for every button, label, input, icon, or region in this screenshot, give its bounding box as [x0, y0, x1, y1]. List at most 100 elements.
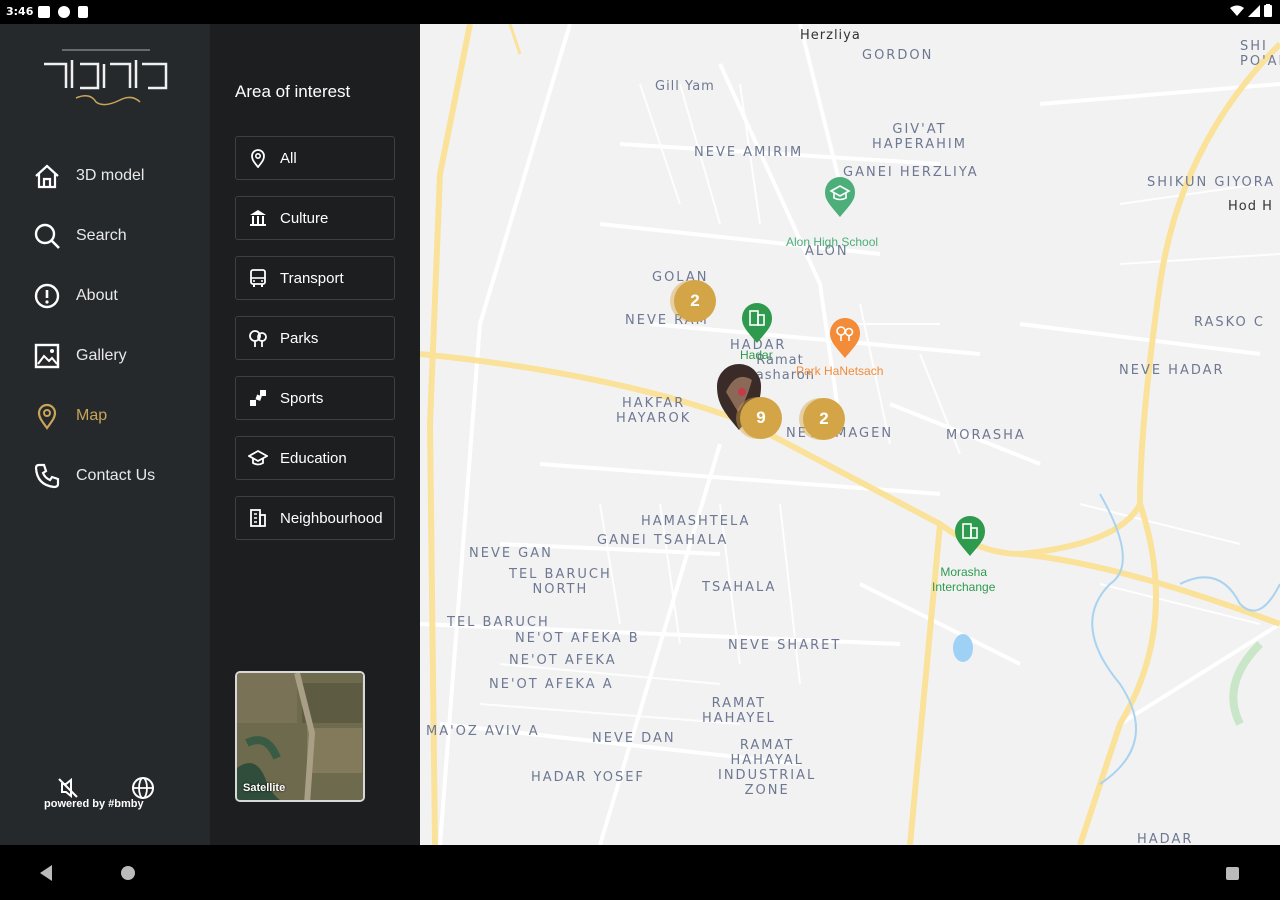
area-label: Herzliya [800, 28, 861, 43]
menu-label: Gallery [76, 347, 127, 364]
menu-item-about[interactable]: About [32, 279, 202, 313]
phone-icon [32, 461, 62, 491]
area-label: NE'OT AFEKA A [489, 677, 614, 692]
menu-item-gallery[interactable]: Gallery [32, 339, 202, 373]
filter-label: Neighbourhood [280, 509, 383, 527]
menu-item-contact-us[interactable]: Contact Us [32, 459, 202, 493]
area-label: SHIKUN GIYORA [1147, 175, 1276, 190]
filter-label: Parks [280, 329, 319, 347]
area-label: RAMAT HAHAYEL [702, 696, 776, 726]
filter-all[interactable]: All [235, 136, 395, 180]
area-label: HAMASHTELA [641, 514, 751, 529]
menu-item-map[interactable]: Map [32, 399, 202, 433]
brand-logo-icon [44, 49, 168, 106]
menu-item-search[interactable]: Search [32, 219, 202, 253]
filter-sports[interactable]: Sports [235, 376, 395, 420]
area-label: HADAR YOSEF [531, 770, 645, 785]
map-cluster[interactable]: 2 [803, 398, 845, 440]
area-label: NEVE SHARET [728, 638, 842, 653]
map-pin-icon [32, 401, 62, 431]
sd-card-icon [78, 6, 88, 18]
area-label: TEL BARUCH NORTH [509, 567, 612, 597]
area-label: RAMAT HAHAYAL INDUSTRIAL ZONE [718, 738, 817, 798]
sidebar: 3D model Search About Gallery Map Contac… [0, 24, 210, 845]
system-nav-bar [0, 845, 1280, 900]
home-button-icon[interactable] [121, 866, 135, 880]
area-of-interest-panel: Area of interest All Culture Transport P… [210, 24, 420, 845]
search-icon [32, 221, 62, 251]
filter-label: Education [280, 449, 347, 467]
satellite-toggle[interactable]: Satellite [235, 671, 365, 802]
satellite-label: Satellite [243, 782, 286, 794]
area-label: NEVE HADAR [1119, 363, 1225, 378]
gallery-icon [32, 341, 62, 371]
status-indicators [1230, 4, 1272, 17]
filter-education[interactable]: Education [235, 436, 395, 480]
menu-item-3d-model[interactable]: 3D model [32, 159, 202, 193]
area-label: NEVE AMIRIM [694, 145, 804, 160]
panel-title: Area of interest [235, 82, 351, 101]
battery-icon [1264, 4, 1272, 17]
wifi-icon [1230, 5, 1244, 16]
map-cluster[interactable]: 9 [740, 397, 782, 439]
filter-culture[interactable]: Culture [235, 196, 395, 240]
poi-label: Morasha Interchange [932, 565, 996, 594]
tree-icon [248, 328, 268, 348]
notification-icon [38, 6, 50, 18]
info-icon [32, 281, 62, 311]
signal-icon [1248, 4, 1260, 17]
poi-label: Park HaNetsach [796, 364, 884, 378]
area-label: NE'OT AFEKA B [515, 631, 640, 646]
area-label: GIV'AT HAPERAHIM [872, 122, 967, 152]
building-icon [742, 303, 772, 343]
map-cluster[interactable]: 2 [674, 280, 716, 322]
graduation-cap-icon [248, 448, 268, 468]
back-icon[interactable] [40, 865, 52, 881]
area-label: GANEI TSAHALA [597, 533, 729, 548]
area-label: GANEI HERZLIYA [843, 165, 979, 180]
filter-label: Culture [280, 209, 329, 227]
menu-label: Map [76, 407, 108, 424]
filter-parks[interactable]: Parks [235, 316, 395, 360]
area-label: Hod H [1228, 199, 1273, 214]
notification-icon [58, 6, 70, 18]
area-label: SHI PO'AL [1240, 39, 1280, 69]
menu-label: Contact Us [76, 467, 156, 484]
bus-icon [248, 268, 268, 288]
poi-pin-alon-high-school[interactable] [823, 176, 857, 218]
poi-pin-park-hanetsach[interactable] [828, 317, 862, 359]
poi-label: Hadar [740, 348, 773, 362]
museum-icon [248, 208, 268, 228]
sports-icon [248, 388, 268, 408]
area-label: MORASHA [946, 428, 1026, 443]
menu-label: About [76, 287, 118, 304]
area-label: NEVE GAN [469, 546, 553, 561]
area-label: HADAR [1137, 832, 1194, 845]
area-label: TSAHALA [702, 580, 777, 595]
menu-label: Search [76, 227, 127, 244]
building-icon [248, 508, 268, 528]
area-label: NEVE DAN [592, 731, 676, 746]
status-time: 3:46 [6, 5, 34, 18]
status-bar: 3:46 [0, 0, 1280, 24]
logo [40, 46, 172, 114]
building-icon [955, 516, 985, 556]
area-label: TEL BARUCH [447, 615, 550, 630]
filter-label: Sports [280, 389, 324, 407]
filter-label: Transport [280, 269, 344, 287]
poi-label: Alon High School [786, 235, 879, 249]
area-label: MA'OZ AVIV A [426, 724, 540, 739]
map-view[interactable]: Herzliya GORDON Gill Yam GIV'AT HAPERAHI… [420, 24, 1280, 845]
powered-by[interactable]: powered by #bmby [44, 798, 144, 810]
area-label: HAKFAR HAYAROK [616, 396, 692, 426]
poi-pin-hadar[interactable] [740, 302, 774, 344]
tree-icon [830, 318, 860, 358]
filter-transport[interactable]: Transport [235, 256, 395, 300]
poi-pin-morasha-interchange[interactable] [953, 515, 987, 557]
graduation-cap-icon [825, 177, 855, 217]
filter-neighbourhood[interactable]: Neighbourhood [235, 496, 395, 540]
recent-apps-icon[interactable] [1226, 867, 1239, 880]
menu-label: 3D model [76, 167, 145, 184]
home-icon [32, 161, 62, 191]
area-label: Gill Yam [655, 79, 715, 94]
